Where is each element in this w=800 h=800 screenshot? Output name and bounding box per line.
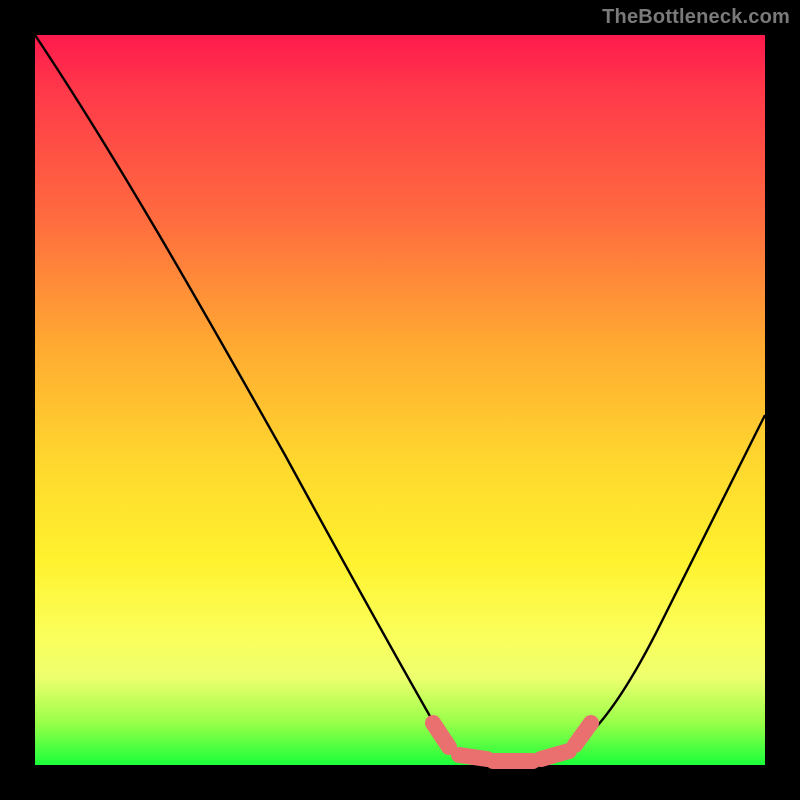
optimal-marker: [433, 723, 591, 761]
watermark-text: TheBottleneck.com: [602, 6, 790, 29]
bottleneck-curve-line: [35, 35, 765, 761]
chart-svg: [35, 35, 765, 765]
chart-frame: [35, 35, 765, 765]
